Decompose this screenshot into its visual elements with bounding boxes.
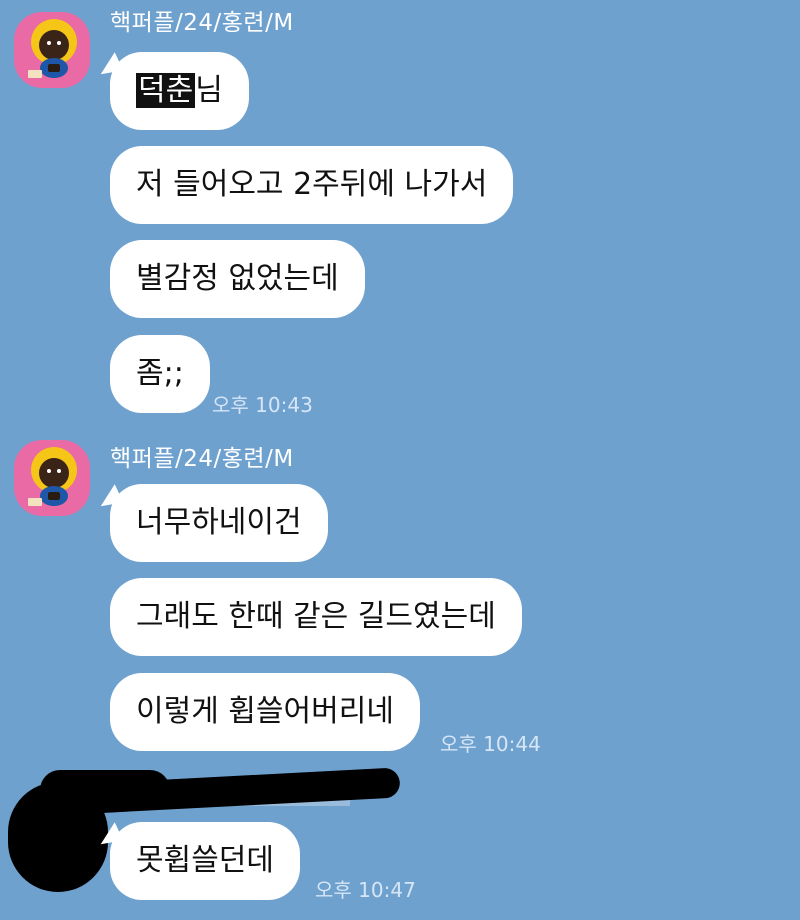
- message-timestamp: 오후 10:44: [440, 732, 541, 756]
- message-bubble[interactable]: 덕춘님: [110, 52, 249, 130]
- message-text: 좀;;: [136, 356, 184, 391]
- sender-avatar[interactable]: [14, 440, 90, 516]
- redaction-mark: [40, 770, 170, 810]
- chat-screen[interactable]: 핵퍼플/24/홍련/M 덕춘님 저 들어오고 2주뒤에 나가서 별감정 없었는데…: [0, 0, 800, 920]
- sender-name: 핵퍼플/24/홍련/M: [110, 10, 294, 36]
- message-bubble[interactable]: 이렇게 휩쓸어버리네: [110, 673, 420, 751]
- message-text: 이렇게 휩쓸어버리네: [136, 694, 394, 729]
- sender-avatar[interactable]: [14, 12, 90, 88]
- sender-name: 핵퍼플/24/홍련/M: [110, 446, 294, 472]
- message-bubble[interactable]: 저 들어오고 2주뒤에 나가서: [110, 146, 514, 224]
- message-text: 별감정 없었는데: [136, 261, 339, 296]
- message-bubble[interactable]: 별감정 없었는데: [110, 240, 365, 318]
- message-timestamp: 오후 10:43: [212, 393, 313, 417]
- character-avatar-icon: [28, 447, 77, 506]
- highlighted-text: 덕춘: [136, 73, 196, 108]
- message-text: 너무하네이건: [136, 505, 302, 540]
- message-bubble[interactable]: 너무하네이건: [110, 484, 328, 562]
- message-timestamp: 오후 10:47: [315, 878, 416, 902]
- message-bubble[interactable]: 그래도 한때 같은 길드였는데: [110, 578, 522, 656]
- message-bubble[interactable]: 좀;;: [110, 335, 210, 413]
- character-avatar-icon: [28, 19, 77, 78]
- message-text: 저 들어오고 2주뒤에 나가서: [136, 167, 488, 202]
- message-text: 못휩쓸던데: [136, 843, 274, 878]
- message-text: 그래도 한때 같은 길드였는데: [136, 599, 496, 634]
- message-bubble[interactable]: 못휩쓸던데: [110, 822, 300, 900]
- message-text: 님: [195, 73, 223, 108]
